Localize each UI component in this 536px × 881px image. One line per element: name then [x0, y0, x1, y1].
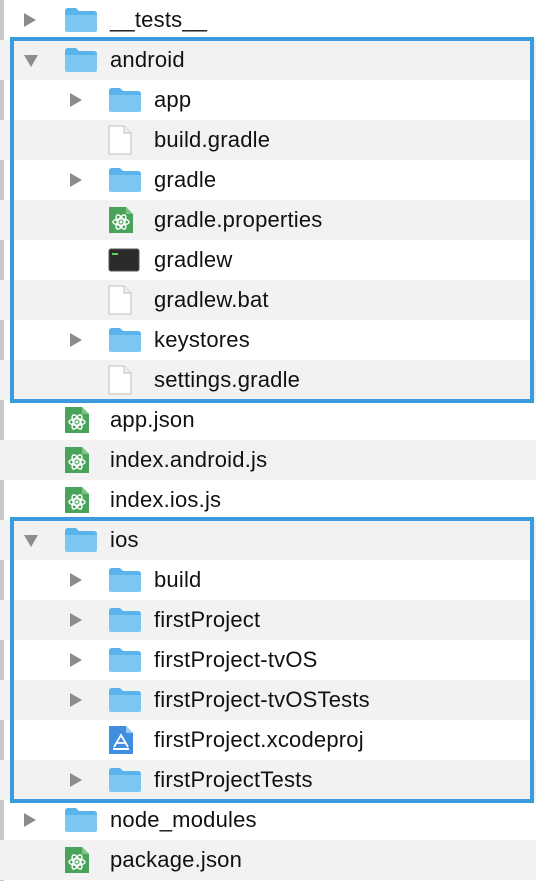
tree-row-label: build.gradle — [154, 127, 271, 152]
folder-icon — [109, 168, 141, 192]
disclosure-closed-icon[interactable] — [70, 333, 82, 347]
disclosure-open-icon[interactable] — [24, 535, 38, 547]
document-icon — [108, 365, 132, 395]
atom-icon — [65, 847, 89, 873]
tree-row-app[interactable]: app — [0, 80, 536, 120]
tree-row-settings-gradle[interactable]: settings.gradle — [0, 360, 536, 400]
tree-row-app-json[interactable]: app.json — [0, 400, 536, 440]
disclosure-closed-icon[interactable] — [24, 13, 36, 27]
disclosure-closed-icon[interactable] — [70, 93, 82, 107]
tree-row-label: package.json — [110, 847, 243, 872]
atom-icon — [65, 487, 89, 513]
tree-row-label: node_modules — [110, 807, 257, 832]
tree-row-label: ios — [110, 527, 139, 552]
disclosure-closed-icon[interactable] — [70, 613, 82, 627]
tree-row-gradle[interactable]: gradle — [0, 160, 536, 200]
folder-icon — [109, 688, 141, 712]
folder-icon — [109, 648, 141, 672]
tree-row-firstproject-tvostests[interactable]: firstProject-tvOSTests — [0, 680, 536, 720]
tree-row-ios[interactable]: ios — [0, 520, 536, 560]
tree-row-label: index.ios.js — [110, 487, 222, 512]
tree-row-label: gradle — [154, 167, 217, 192]
tree-row-label: build — [154, 567, 202, 592]
folder-icon — [109, 328, 141, 352]
tree-row-label: android — [110, 47, 185, 72]
tree-row-package-json[interactable]: package.json — [0, 840, 536, 880]
tree-row-label: firstProjectTests — [154, 767, 313, 792]
atom-icon — [65, 407, 89, 433]
document-icon — [108, 285, 132, 315]
tree-row-label: firstProject-tvOS — [154, 647, 318, 672]
tree-row-build[interactable]: build — [0, 560, 536, 600]
tree-row-gradlew-bat[interactable]: gradlew.bat — [0, 280, 536, 320]
tree-row-label: keystores — [154, 327, 250, 352]
tree-row-firstproject-tvos[interactable]: firstProject-tvOS — [0, 640, 536, 680]
tree-row-label: index.android.js — [110, 447, 268, 472]
folder-icon — [65, 808, 97, 832]
disclosure-closed-icon[interactable] — [70, 693, 82, 707]
folder-icon — [65, 48, 97, 72]
tree-row-gradle-properties[interactable]: gradle.properties — [0, 200, 536, 240]
tree-row-label: app — [154, 87, 192, 112]
tree-row-label: gradlew.bat — [154, 287, 269, 312]
folder-icon — [109, 608, 141, 632]
tree-row-firstproject[interactable]: firstProject — [0, 600, 536, 640]
tree-row-label: gradle.properties — [154, 207, 323, 232]
tree-row-index-android-js[interactable]: index.android.js — [0, 440, 536, 480]
folder-icon — [109, 568, 141, 592]
disclosure-closed-icon[interactable] — [70, 653, 82, 667]
tree-row-gradlew[interactable]: gradlew — [0, 240, 536, 280]
disclosure-closed-icon[interactable] — [70, 173, 82, 187]
tree-row-label: firstProject — [154, 607, 261, 632]
tree-row-label: app.json — [110, 407, 195, 432]
disclosure-closed-icon[interactable] — [70, 773, 82, 787]
tree-row-label: __tests__ — [110, 7, 208, 32]
xcode-icon — [109, 726, 133, 754]
atom-icon — [109, 207, 133, 233]
folder-icon — [109, 88, 141, 112]
tree-row-keystores[interactable]: keystores — [0, 320, 536, 360]
tree-row-label: settings.gradle — [154, 367, 301, 392]
tree-row-firstprojecttests[interactable]: firstProjectTests — [0, 760, 536, 800]
tree-row-android[interactable]: android — [0, 40, 536, 80]
disclosure-open-icon[interactable] — [24, 55, 38, 67]
tree-row-label: firstProject-tvOSTests — [154, 687, 370, 712]
tree-row-node-modules[interactable]: node_modules — [0, 800, 536, 840]
disclosure-closed-icon[interactable] — [24, 813, 36, 827]
terminal-icon — [108, 248, 140, 272]
folder-icon — [109, 768, 141, 792]
tree-row-label: firstProject.xcodeproj — [154, 727, 364, 752]
atom-icon — [65, 447, 89, 473]
tree-row-build-gradle[interactable]: build.gradle — [0, 120, 536, 160]
folder-icon — [65, 8, 97, 32]
tree-row-label: gradlew — [154, 247, 233, 272]
folder-icon — [65, 528, 97, 552]
document-icon — [108, 125, 132, 155]
tree-row-index-ios-js[interactable]: index.ios.js — [0, 480, 536, 520]
disclosure-closed-icon[interactable] — [70, 573, 82, 587]
tree-row-firstproject-xcodeproj[interactable]: firstProject.xcodeproj — [0, 720, 536, 760]
tree-row-tests[interactable]: __tests__ — [0, 0, 536, 40]
